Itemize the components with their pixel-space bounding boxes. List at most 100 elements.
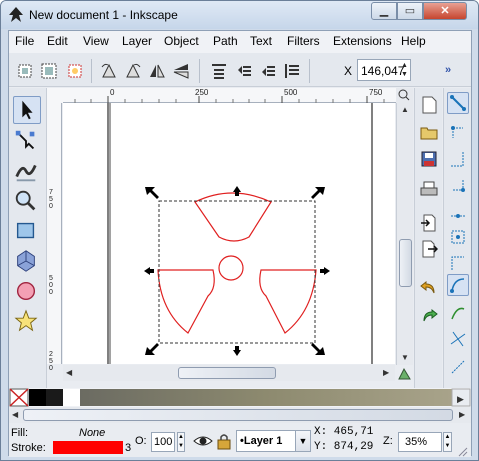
scroll-up-icon[interactable]: ▲ <box>401 105 409 114</box>
lower-to-bottom-icon[interactable] <box>281 61 301 81</box>
menu-extensions[interactable]: Extensions <box>333 34 392 48</box>
export-icon[interactable] <box>420 240 438 258</box>
drawing-canvas[interactable] <box>63 103 395 364</box>
snap-nodes-button[interactable] <box>447 274 469 296</box>
menu-help[interactable]: Help <box>401 34 426 48</box>
ruler-tick-label: 7 5 0 <box>49 189 53 210</box>
menu-edit[interactable]: Edit <box>47 34 68 48</box>
separator <box>309 59 310 83</box>
x-label: X <box>344 64 353 78</box>
zoom-spinner[interactable]: ▲ ▼ <box>443 432 452 452</box>
title-bar[interactable]: New document 1 - Inkscape ▁ ▭ ✕ <box>1 1 478 29</box>
redo-icon[interactable] <box>420 306 438 324</box>
command-bar-overflow-icon[interactable]: » <box>445 64 451 76</box>
menu-text[interactable]: Text <box>250 34 272 48</box>
flip-vertical-icon[interactable] <box>171 61 191 81</box>
fill-value[interactable]: None <box>79 427 105 439</box>
lock-icon[interactable] <box>216 432 232 450</box>
page-border <box>107 103 373 364</box>
snap-bbox-edge-icon[interactable] <box>449 150 467 168</box>
lower-icon[interactable] <box>257 61 277 81</box>
layer-name: •Layer 1 <box>240 435 283 447</box>
spin-down-icon[interactable]: ▼ <box>400 70 409 79</box>
flip-horizontal-icon[interactable] <box>147 61 167 81</box>
snap-paths-icon[interactable] <box>449 304 467 322</box>
horizontal-ruler[interactable]: 0 250 500 750 <box>63 88 396 103</box>
scroll-left-icon[interactable]: ◀ <box>66 368 72 377</box>
stroke-width[interactable]: 3 <box>125 442 131 454</box>
raise-icon[interactable] <box>233 61 253 81</box>
eye-icon[interactable] <box>193 432 213 450</box>
layer-dropdown-button[interactable]: ▼ <box>295 430 311 452</box>
opacity-field[interactable]: 100 <box>151 432 175 452</box>
raise-to-top-icon[interactable] <box>209 61 229 81</box>
command-bar: X 146,047 ▲ ▼ » <box>9 53 471 87</box>
horizontal-scrollbar[interactable]: ◀ ▶ <box>63 365 395 381</box>
separator <box>91 59 92 83</box>
menu-view[interactable]: View <box>83 34 109 48</box>
snap-bbox-icon[interactable] <box>449 124 467 142</box>
maximize-button[interactable]: ▭ <box>397 2 423 20</box>
zoom-value: 35% <box>405 436 428 448</box>
undo-icon[interactable] <box>420 278 438 296</box>
menu-layer[interactable]: Layer <box>122 34 152 48</box>
ruler-tick-label: 500 <box>284 88 298 97</box>
palette-scroll-left-icon[interactable]: ◀ <box>12 410 18 419</box>
snap-intersection-icon[interactable] <box>449 330 467 348</box>
palette-scroll-right-icon[interactable]: ▶ <box>459 410 465 419</box>
selector-tool[interactable] <box>13 96 41 124</box>
menu-filters[interactable]: Filters <box>287 34 320 48</box>
zoom-tool[interactable] <box>13 188 41 216</box>
color-palette[interactable]: ▶ <box>9 388 471 407</box>
select-all-icon[interactable] <box>15 61 35 81</box>
star-tool[interactable] <box>13 308 41 336</box>
rectangle-tool[interactable] <box>13 218 41 246</box>
scroll-right-icon[interactable]: ▶ <box>383 368 389 377</box>
tweak-tool[interactable] <box>13 158 41 186</box>
rotate-ccw-icon[interactable] <box>99 61 119 81</box>
node-tool[interactable] <box>13 128 41 156</box>
select-all-layers-icon[interactable] <box>39 61 59 81</box>
save-icon[interactable] <box>420 150 438 168</box>
minimize-button[interactable]: ▁ <box>371 2 397 20</box>
snap-bbox-midpoint-icon[interactable] <box>449 202 467 220</box>
horizontal-scroll-thumb[interactable] <box>178 367 276 379</box>
main-area: File Edit View Layer Object Path Text Fi… <box>8 30 472 457</box>
open-folder-icon[interactable] <box>420 124 438 142</box>
palette-scrollbar[interactable]: ◀ ▶ <box>9 407 471 423</box>
spin-up-icon[interactable]: ▲ <box>400 61 409 70</box>
new-document-icon[interactable] <box>420 96 438 114</box>
snap-cusp-icon[interactable] <box>449 358 467 376</box>
color-manage-icon[interactable] <box>396 366 413 382</box>
opacity-spinner[interactable]: ▲ ▼ <box>177 432 185 452</box>
menu-object[interactable]: Object <box>164 34 199 48</box>
x-coordinate-field[interactable]: 146,047 ▲ ▼ <box>357 59 411 81</box>
snap-bbox-center-icon[interactable] <box>449 228 467 246</box>
vertical-scroll-thumb[interactable] <box>399 239 412 287</box>
3d-box-tool[interactable] <box>13 248 41 276</box>
layer-selector[interactable]: •Layer 1 <box>236 430 296 452</box>
import-icon[interactable] <box>420 214 438 232</box>
stroke-swatch[interactable] <box>53 441 123 454</box>
snap-toggle-button[interactable] <box>447 92 469 114</box>
snap-page-icon[interactable] <box>449 254 467 272</box>
palette-scroll-thumb[interactable] <box>23 409 453 421</box>
print-icon[interactable] <box>420 180 438 198</box>
vertical-scrollbar[interactable]: ▲ ▼ <box>396 103 413 365</box>
rotate-cw-icon[interactable] <box>123 61 143 81</box>
vertical-ruler[interactable]: 7 5 0 5 0 0 2 5 0 <box>47 103 62 372</box>
menu-path[interactable]: Path <box>213 34 238 48</box>
resize-grip-icon[interactable] <box>456 445 468 457</box>
deselect-icon[interactable] <box>65 61 85 81</box>
ellipse-tool[interactable] <box>13 278 41 306</box>
zoom-field[interactable]: 35% <box>398 432 442 452</box>
scroll-down-icon[interactable]: ▼ <box>401 353 409 362</box>
menu-file[interactable]: File <box>15 34 34 48</box>
snap-bbox-corner-icon[interactable] <box>449 176 467 194</box>
close-button[interactable]: ✕ <box>423 2 467 20</box>
arrow-pointer-icon <box>22 100 33 120</box>
node-edit-icon <box>15 130 35 150</box>
zoom-corner-button[interactable] <box>396 88 413 103</box>
window-title: New document 1 - Inkscape <box>29 8 178 22</box>
ruler-tick-label: 5 0 0 <box>49 275 53 296</box>
